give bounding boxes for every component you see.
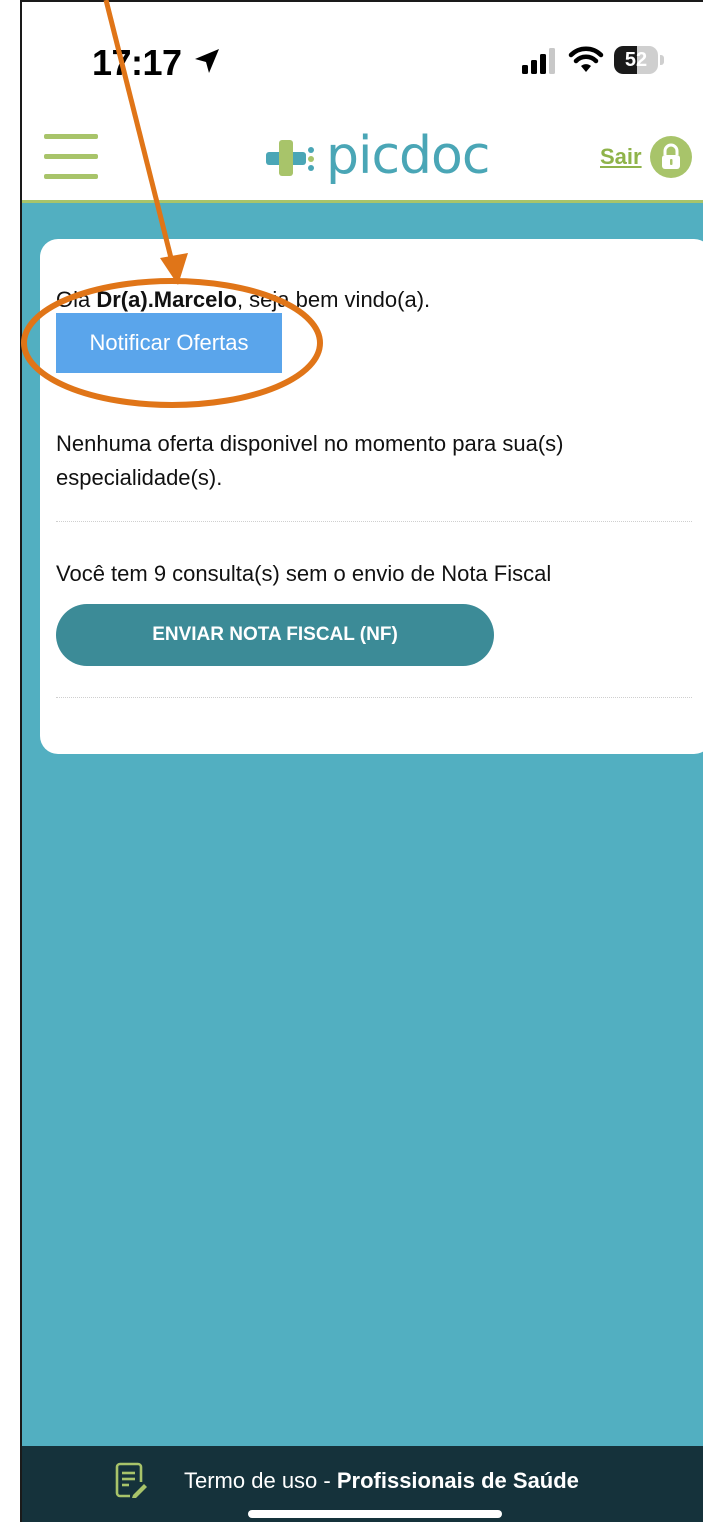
- app-header: picdoc Sair: [22, 112, 703, 200]
- footer: Termo de uso - Profissionais de Saúde: [22, 1446, 703, 1522]
- logout-label[interactable]: Sair: [600, 144, 642, 170]
- location-arrow-icon: [195, 49, 219, 73]
- terms-audience: Profissionais de Saúde: [336, 1468, 579, 1493]
- battery-body: 52: [614, 46, 658, 74]
- terms-prefix: Termo de uso -: [184, 1468, 337, 1493]
- battery-cap: [660, 55, 664, 65]
- terms-link[interactable]: Termo de uso - Profissionais de Saúde: [184, 1468, 579, 1494]
- wifi-icon: [568, 46, 604, 72]
- menu-bar: [44, 174, 98, 179]
- battery-icon: 52: [614, 44, 666, 76]
- greeting-suffix: , seja bem vindo(a).: [236, 287, 431, 312]
- status-bar: 17:17 52: [22, 2, 703, 112]
- doctor-name: Dr(a).Marcelo: [96, 287, 237, 312]
- home-indicator[interactable]: [248, 1510, 502, 1518]
- divider: [56, 697, 692, 698]
- battery-percent: 52: [624, 49, 648, 71]
- greeting-text: Olá Dr(a).Marcelo, seja bem vindo(a).: [56, 287, 430, 313]
- menu-bar: [44, 154, 98, 159]
- logo-text: picdoc: [326, 126, 490, 186]
- lock-icon[interactable]: [649, 136, 692, 178]
- status-time: 17:17: [92, 42, 182, 83]
- greeting-prefix: Olá: [56, 287, 97, 312]
- menu-bar: [44, 134, 98, 139]
- document-edit-icon[interactable]: [112, 1462, 148, 1498]
- phone-frame: 17:17 52 picdoc Sair Olá Dr(a).Marcelo, …: [20, 0, 703, 1522]
- logout-button[interactable]: Sair: [600, 134, 692, 180]
- divider: [56, 521, 692, 522]
- menu-icon[interactable]: [44, 134, 100, 180]
- no-offers-message: Nenhuma oferta disponivel no momento par…: [56, 431, 564, 490]
- screenshot-stage: 17:17 52 picdoc Sair Olá Dr(a).Marcelo, …: [0, 0, 703, 1522]
- main-content: Olá Dr(a).Marcelo, seja bem vindo(a). No…: [22, 203, 703, 1446]
- send-invoice-button[interactable]: ENVIAR NOTA FISCAL (NF): [56, 604, 494, 666]
- welcome-card: Olá Dr(a).Marcelo, seja bem vindo(a). No…: [40, 239, 703, 754]
- notify-offers-button[interactable]: Notificar Ofertas: [56, 313, 282, 373]
- pending-invoices-text: Você tem 9 consulta(s) sem o envio de No…: [56, 561, 552, 586]
- signal-icon: [522, 48, 555, 74]
- logo-cross-icon: [266, 140, 314, 176]
